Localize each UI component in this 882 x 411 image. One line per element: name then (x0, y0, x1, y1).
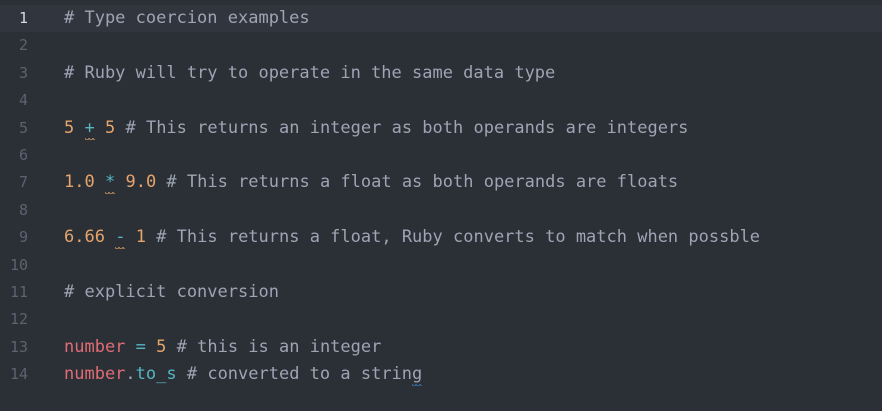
line-number: 1 (18, 9, 28, 27)
line-number: 7 (18, 173, 28, 192)
line-number: 4 (18, 91, 28, 110)
code-text: number = 5 # this is an integer (64, 334, 381, 361)
code-line[interactable]: 4 (0, 87, 882, 114)
code-text: # Ruby will try to operate in the same d… (64, 60, 555, 87)
code-text: 5 + 5 # This returns an integer as both … (64, 115, 688, 142)
token-number: 5 (156, 336, 167, 357)
code-text: 6.66 - 1 # This returns a float, Ruby co… (64, 224, 760, 251)
line-number: 11 (9, 283, 28, 301)
token-op: + (84, 117, 95, 138)
token-number: 9.0 (125, 172, 157, 193)
code-line[interactable]: 3 # Ruby will try to operate in the same … (0, 60, 882, 87)
token-plain: . (125, 364, 136, 385)
code-line[interactable]: 1 # Type coercion examples (0, 5, 882, 33)
code-line[interactable]: 2 (0, 32, 882, 59)
code-line[interactable]: 14 number.to_s # converted to a string (0, 361, 882, 388)
code-line[interactable]: 7 1.0 * 9.0 # This returns a float as bot… (0, 169, 882, 196)
line-number: 9 (18, 228, 28, 247)
token-comment: # Type coercion examples (64, 8, 310, 28)
token-op: - (115, 227, 126, 248)
token-comment: # this is an integer (166, 336, 382, 357)
code-text: # Type coercion examples (64, 5, 310, 32)
token-comment: # Ruby will try to operate in the same d… (64, 62, 556, 83)
line-number: 6 (18, 146, 28, 164)
token-var: number (64, 364, 126, 385)
code-text: # explicit conversion (64, 279, 279, 306)
token-op: = (135, 336, 146, 357)
line-number: 13 (9, 337, 28, 356)
code-text: number.to_s # converted to a string (64, 361, 422, 388)
code-editor[interactable]: 1 # Type coercion examples 2 3 # Ruby will t… (0, 0, 882, 411)
token-number: 6.66 (64, 227, 105, 248)
token-var: number (64, 336, 126, 357)
token-comment: g (412, 364, 423, 385)
token-number: 1.0 (64, 172, 95, 193)
line-number: 14 (9, 365, 28, 384)
token-method: to_s (135, 364, 177, 385)
line-number: 3 (18, 63, 28, 82)
line-number: 5 (18, 118, 28, 137)
code-line[interactable]: 11 # explicit conversion (0, 279, 882, 306)
token-comment: # This returns a float, Ruby converts to… (145, 227, 761, 248)
token-op: * (104, 172, 116, 193)
code-text: 1.0 * 9.0 # This returns a float as both… (64, 169, 678, 196)
code-line[interactable]: 13 number = 5 # this is an integer (0, 334, 882, 361)
token-comment: # This returns a float as both operands … (156, 172, 679, 193)
code-line[interactable]: 55 + 5 # This returns an integer as both… (0, 115, 882, 142)
line-number: 10 (9, 255, 28, 274)
token-number: 5 (105, 117, 116, 138)
line-number: 12 (9, 310, 28, 329)
token-comment: # This returns an integer as both operan… (115, 117, 689, 138)
token-number: 5 (64, 117, 75, 138)
code-line[interactable]: 12 (0, 306, 882, 333)
code-line[interactable]: 9 6.66 - 1 # This returns a float, Ruby c… (0, 224, 882, 251)
line-number: 2 (18, 36, 28, 55)
code-line[interactable]: 6 (0, 142, 882, 169)
line-number: 8 (18, 200, 28, 219)
code-line[interactable]: 10 (0, 252, 882, 279)
token-comment: # converted to a strin (176, 364, 413, 385)
token-number: 1 (135, 227, 146, 248)
token-comment: # explicit conversion (64, 282, 279, 302)
code-line[interactable]: 8 (0, 197, 882, 224)
